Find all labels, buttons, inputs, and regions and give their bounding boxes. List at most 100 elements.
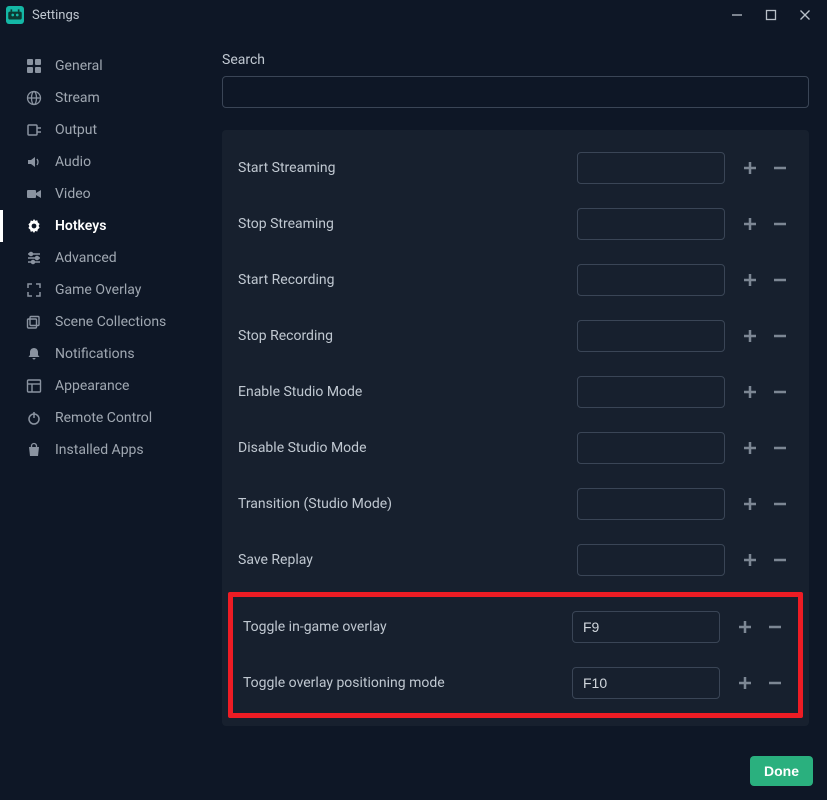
sidebar-item-installed-apps[interactable]: Installed Apps xyxy=(0,434,200,466)
globe-icon xyxy=(25,89,43,107)
sliders-icon xyxy=(25,249,43,267)
collection-icon xyxy=(25,313,43,331)
hotkey-label: Toggle in-game overlay xyxy=(243,618,560,637)
hotkey-row-save-replay: Save Replay xyxy=(238,532,793,588)
hotkey-input[interactable] xyxy=(577,320,725,352)
hotkey-input[interactable] xyxy=(577,376,725,408)
sidebar-item-label: Installed Apps xyxy=(55,442,144,458)
remove-hotkey-button[interactable] xyxy=(771,551,789,569)
hotkey-row-enable-studio: Enable Studio Mode xyxy=(238,364,793,420)
hotkey-input[interactable] xyxy=(577,488,725,520)
sidebar-item-label: Advanced xyxy=(55,250,117,266)
remove-hotkey-button[interactable] xyxy=(771,383,789,401)
hotkey-input[interactable] xyxy=(577,544,725,576)
hotkey-input[interactable] xyxy=(572,611,720,643)
add-hotkey-button[interactable] xyxy=(741,271,759,289)
hotkey-row-toggle-positioning: Toggle overlay positioning mode xyxy=(243,655,788,711)
add-hotkey-button[interactable] xyxy=(741,215,759,233)
hotkey-row-start-recording: Start Recording xyxy=(238,252,793,308)
search-input[interactable] xyxy=(222,76,809,108)
output-icon xyxy=(25,121,43,139)
gear-icon xyxy=(25,217,43,235)
bell-icon xyxy=(25,345,43,363)
sidebar-item-general[interactable]: General xyxy=(0,50,200,82)
add-hotkey-button[interactable] xyxy=(741,383,759,401)
add-hotkey-button[interactable] xyxy=(741,327,759,345)
sidebar-item-scene-collections[interactable]: Scene Collections xyxy=(0,306,200,338)
add-hotkey-button[interactable] xyxy=(741,159,759,177)
sidebar-item-label: Video xyxy=(55,186,91,202)
sidebar: General Stream Output Audio Video Hotkey… xyxy=(0,30,200,746)
minimize-button[interactable] xyxy=(721,2,753,28)
sidebar-item-notifications[interactable]: Notifications xyxy=(0,338,200,370)
hotkey-row-toggle-overlay: Toggle in-game overlay xyxy=(243,599,788,655)
expand-icon xyxy=(25,281,43,299)
main-content: Search Start Streaming Stop Streaming xyxy=(200,30,827,746)
sidebar-item-label: Output xyxy=(55,122,97,138)
highlight-box: Toggle in-game overlay Toggle overlay po… xyxy=(228,592,803,718)
add-hotkey-button[interactable] xyxy=(741,495,759,513)
hotkey-row-transition: Transition (Studio Mode) xyxy=(238,476,793,532)
hotkey-label: Enable Studio Mode xyxy=(238,383,565,402)
done-button[interactable]: Done xyxy=(750,756,813,786)
bag-icon xyxy=(25,441,43,459)
sidebar-item-stream[interactable]: Stream xyxy=(0,82,200,114)
sidebar-item-hotkeys[interactable]: Hotkeys xyxy=(0,210,200,242)
video-icon xyxy=(25,185,43,203)
sidebar-item-audio[interactable]: Audio xyxy=(0,146,200,178)
window-controls xyxy=(721,2,821,28)
hotkey-input[interactable] xyxy=(572,667,720,699)
hotkeys-panel: Start Streaming Stop Streaming Start Rec… xyxy=(222,130,809,726)
remove-hotkey-button[interactable] xyxy=(766,618,784,636)
hotkey-input[interactable] xyxy=(577,208,725,240)
maximize-button[interactable] xyxy=(755,2,787,28)
add-hotkey-button[interactable] xyxy=(741,551,759,569)
hotkey-label: Toggle overlay positioning mode xyxy=(243,674,560,693)
sidebar-item-label: Scene Collections xyxy=(55,314,166,330)
remove-hotkey-button[interactable] xyxy=(771,271,789,289)
hotkey-label: Transition (Studio Mode) xyxy=(238,495,565,514)
hotkey-row-stop-streaming: Stop Streaming xyxy=(238,196,793,252)
hotkey-row-start-streaming: Start Streaming xyxy=(238,140,793,196)
remove-hotkey-button[interactable] xyxy=(771,215,789,233)
hotkey-label: Start Recording xyxy=(238,271,565,290)
hotkey-input[interactable] xyxy=(577,432,725,464)
grid-icon xyxy=(25,57,43,75)
window-title: Settings xyxy=(32,8,721,23)
sidebar-item-label: General xyxy=(55,58,103,74)
app-icon xyxy=(6,6,24,24)
sidebar-item-label: Hotkeys xyxy=(55,218,106,234)
remove-hotkey-button[interactable] xyxy=(771,327,789,345)
add-hotkey-button[interactable] xyxy=(736,674,754,692)
sidebar-item-advanced[interactable]: Advanced xyxy=(0,242,200,274)
add-hotkey-button[interactable] xyxy=(741,439,759,457)
hotkey-row-disable-studio: Disable Studio Mode xyxy=(238,420,793,476)
sidebar-item-label: Remote Control xyxy=(55,410,152,426)
hotkey-row-stop-recording: Stop Recording xyxy=(238,308,793,364)
footer: Done xyxy=(0,746,827,800)
layout-icon xyxy=(25,377,43,395)
speaker-icon xyxy=(25,153,43,171)
sidebar-item-label: Game Overlay xyxy=(55,282,141,298)
sidebar-item-remote-control[interactable]: Remote Control xyxy=(0,402,200,434)
power-icon xyxy=(25,409,43,427)
remove-hotkey-button[interactable] xyxy=(771,495,789,513)
sidebar-item-label: Notifications xyxy=(55,346,135,362)
hotkey-label: Start Streaming xyxy=(238,159,565,178)
sidebar-item-game-overlay[interactable]: Game Overlay xyxy=(0,274,200,306)
remove-hotkey-button[interactable] xyxy=(771,439,789,457)
sidebar-item-video[interactable]: Video xyxy=(0,178,200,210)
sidebar-item-appearance[interactable]: Appearance xyxy=(0,370,200,402)
hotkey-label: Stop Streaming xyxy=(238,215,565,234)
sidebar-item-label: Appearance xyxy=(55,378,129,394)
hotkey-input[interactable] xyxy=(577,264,725,296)
remove-hotkey-button[interactable] xyxy=(766,674,784,692)
titlebar: Settings xyxy=(0,0,827,30)
hotkey-label: Stop Recording xyxy=(238,327,565,346)
close-button[interactable] xyxy=(789,2,821,28)
remove-hotkey-button[interactable] xyxy=(771,159,789,177)
search-label: Search xyxy=(222,52,809,68)
hotkey-input[interactable] xyxy=(577,152,725,184)
sidebar-item-output[interactable]: Output xyxy=(0,114,200,146)
add-hotkey-button[interactable] xyxy=(736,618,754,636)
